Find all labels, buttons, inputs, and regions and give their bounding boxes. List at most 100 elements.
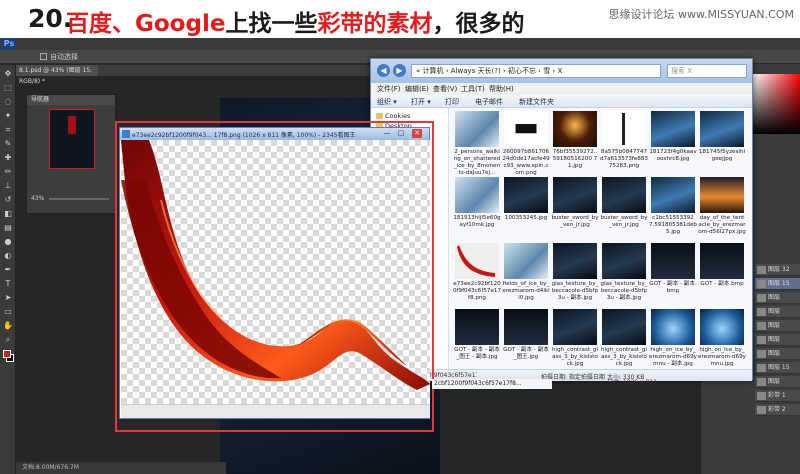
- maximize-button[interactable]: □: [396, 129, 406, 138]
- move-tool-icon[interactable]: ✥: [3, 69, 13, 79]
- layer-row[interactable]: 图层 15: [755, 362, 800, 374]
- nav-item-cookies[interactable]: Cookies: [375, 112, 410, 120]
- gradient-tool-icon[interactable]: ▤: [3, 223, 13, 233]
- layer-row[interactable]: 图层: [755, 376, 800, 388]
- layer-row[interactable]: 图层: [755, 306, 800, 318]
- file-item[interactable]: glas_texture_by_beccacole-d5bfp3u - 副本.j…: [600, 243, 648, 302]
- brush-tool-icon[interactable]: ✏: [3, 167, 13, 177]
- layer-name: 彩带 1: [768, 392, 786, 399]
- dodge-tool-icon[interactable]: ◐: [3, 251, 13, 261]
- forward-arrow-icon[interactable]: ▶: [393, 64, 406, 77]
- open-button[interactable]: 打开 ▾: [411, 97, 431, 107]
- zoom-tool-icon[interactable]: ⌕: [3, 335, 13, 345]
- file-thumbnail: [553, 309, 597, 345]
- viewer-image-canvas[interactable]: [121, 140, 430, 416]
- color-picker-spectrum[interactable]: [753, 74, 800, 134]
- menu-help[interactable]: 帮助(H): [489, 84, 514, 94]
- file-grid: 2_persons_walking_on_shattered_ice_by_8m…: [453, 111, 753, 369]
- navigator-thumbnail[interactable]: [49, 109, 95, 169]
- menu-tools[interactable]: 工具(T): [461, 84, 485, 94]
- viewer-horizontal-scrollbar[interactable]: [121, 404, 430, 418]
- navigator-zoom-slider[interactable]: [49, 198, 109, 200]
- print-button[interactable]: 打印: [445, 97, 459, 107]
- file-item[interactable]: ▇▇▇ 260097b86170624d0de17acfe49c93_www.ep…: [502, 111, 550, 177]
- file-item[interactable]: high_on_ice_by_erezmarom-d69ymnu.jpg: [698, 309, 746, 368]
- file-item[interactable]: high_on_ice_by_erezmarom-d69ymnu - 副本.jp…: [649, 309, 697, 368]
- healing-brush-icon[interactable]: ✚: [3, 153, 13, 163]
- history-brush-icon[interactable]: ↺: [3, 195, 13, 205]
- email-button[interactable]: 电子邮件: [475, 97, 503, 107]
- layer-row[interactable]: 彩带 1: [755, 390, 800, 402]
- marquee-tool-icon[interactable]: ⬚: [3, 83, 13, 93]
- layer-row[interactable]: 图层 32: [755, 264, 800, 276]
- file-item[interactable]: 181745f5yzesihigeejjpg: [698, 111, 746, 163]
- foreground-color-swatch[interactable]: [3, 350, 11, 358]
- close-button[interactable]: ✕: [412, 129, 422, 138]
- file-name: high_on_ice_by_erezmarom-d69ymnu - 副本.jp…: [649, 347, 697, 367]
- file-item[interactable]: 2_persons_walking_on_shattered_ice_by_8m…: [453, 111, 501, 177]
- auto-select-checkbox[interactable]: [40, 53, 47, 60]
- lasso-tool-icon[interactable]: ◌: [3, 97, 13, 107]
- file-item[interactable]: high_contrast_glass_3_by_kislsto ck.jpg: [600, 309, 648, 368]
- layer-name: 图层 15: [768, 280, 790, 287]
- back-arrow-icon[interactable]: ◀: [377, 64, 390, 77]
- navigator-zoom[interactable]: 43%: [31, 195, 44, 202]
- type-tool-icon[interactable]: T: [3, 279, 13, 289]
- layer-row[interactable]: 图层: [755, 320, 800, 332]
- layer-name: 图层: [768, 336, 781, 343]
- file-item[interactable]: fields_of_ice_by_erezmarom-d4ikll0.jpg: [502, 243, 550, 302]
- viewer-titlebar[interactable]: e73ee2c92bf1200f9f043... 17f8.png (1026 …: [120, 128, 429, 140]
- file-item[interactable]: e73ee2c92bf1200f9f043c6f57e17f8.png: [453, 243, 501, 302]
- file-item[interactable]: 8a575b0847747d7a613573fe88375283.png: [600, 111, 648, 170]
- layer-row[interactable]: 彩带 2: [755, 404, 800, 416]
- file-thumbnail: [700, 309, 744, 345]
- layer-name: 图层: [768, 308, 781, 315]
- eyedropper-icon[interactable]: ✎: [3, 139, 13, 149]
- layer-row[interactable]: 图层: [755, 334, 800, 346]
- ps-status-bar: 文档:8.00M/676.7M: [16, 462, 226, 474]
- address-bar[interactable]: « 计算机 › Always 天长(?) › 初心不忘 › 雪 › X: [411, 64, 661, 78]
- layer-thumbnail: [757, 280, 766, 288]
- menu-edit[interactable]: 编辑(E): [405, 84, 429, 94]
- pen-tool-icon[interactable]: ✒: [3, 265, 13, 275]
- stamp-tool-icon[interactable]: ⊥: [3, 181, 13, 191]
- organize-button[interactable]: 组织 ▾: [377, 97, 397, 107]
- file-name: high_on_ice_by_erezmarom-d69ymnu.jpg: [698, 347, 746, 367]
- layer-thumbnail: [757, 294, 766, 302]
- file-item[interactable]: high_contrast_glass_3_by_kislsto ck.jpg: [551, 309, 599, 368]
- path-select-icon[interactable]: ➤: [3, 293, 13, 303]
- menu-file[interactable]: 文件(F): [377, 84, 401, 94]
- crop-tool-icon[interactable]: ⌗: [3, 125, 13, 135]
- file-item[interactable]: 181723f4g0kaavooxhrc8.jpg: [649, 111, 697, 163]
- file-item[interactable]: GOT - 副本.bmp: [698, 243, 746, 288]
- file-item[interactable]: GOT - 副本 - 副本_图王 - 副本.jpg: [453, 309, 501, 361]
- search-input[interactable]: 搜索 X: [667, 64, 747, 78]
- file-item[interactable]: buster_sword_by_ven_jr.jpg: [551, 177, 599, 229]
- file-name: fields_of_ice_by_erezmarom-d4ikll0.jpg: [502, 281, 550, 301]
- layer-row[interactable]: 图层: [755, 292, 800, 304]
- file-name: 181745f5yzesihigeejjpg: [698, 149, 746, 162]
- file-item[interactable]: 76bf35539272..59180516200 71.jpg: [551, 111, 599, 170]
- file-item[interactable]: c1bc51553392 7.591805381deb5.jpg: [649, 177, 697, 236]
- layer-row[interactable]: 图层 15: [755, 278, 800, 290]
- file-item[interactable]: GOT - 副本 - 副本.bmp: [649, 243, 697, 295]
- layer-name: 图层: [768, 322, 781, 329]
- menu-view[interactable]: 查看(V): [433, 84, 457, 94]
- explorer-command-bar: 组织 ▾ 打开 ▾ 打印 电子邮件 新建文件夹: [371, 95, 752, 108]
- file-item[interactable]: glas_texture_by_beccacole-d5bfp3u - 副本.j…: [551, 243, 599, 302]
- file-item[interactable]: day_of_the_tentacle_by_erezmarom-d56l27p…: [698, 177, 746, 236]
- shape-tool-icon[interactable]: ▭: [3, 307, 13, 317]
- file-item[interactable]: 181913hljl5e60gayf10mk.jpg: [453, 177, 501, 229]
- file-item[interactable]: buster_sword_by_ven_jr.jpg: [600, 177, 648, 229]
- blur-tool-icon[interactable]: ●: [3, 237, 13, 247]
- file-item[interactable]: GOT - 副本 - 副本_图王.jpg: [502, 309, 550, 361]
- new-folder-button[interactable]: 新建文件夹: [519, 97, 554, 107]
- hand-tool-icon[interactable]: ✋: [3, 321, 13, 331]
- document-tab[interactable]: 8.1.psd @ 43% (图层 15, RGB/8) *: [16, 65, 98, 85]
- layer-row[interactable]: 图层: [755, 348, 800, 360]
- file-name: 260097b86170624d0de17acfe49c93_www.epin.…: [502, 149, 550, 176]
- magic-wand-icon[interactable]: ✦: [3, 111, 13, 121]
- minimize-button[interactable]: —: [382, 129, 392, 138]
- eraser-tool-icon[interactable]: ◧: [3, 209, 13, 219]
- file-item[interactable]: 100353245.jpg: [502, 177, 550, 222]
